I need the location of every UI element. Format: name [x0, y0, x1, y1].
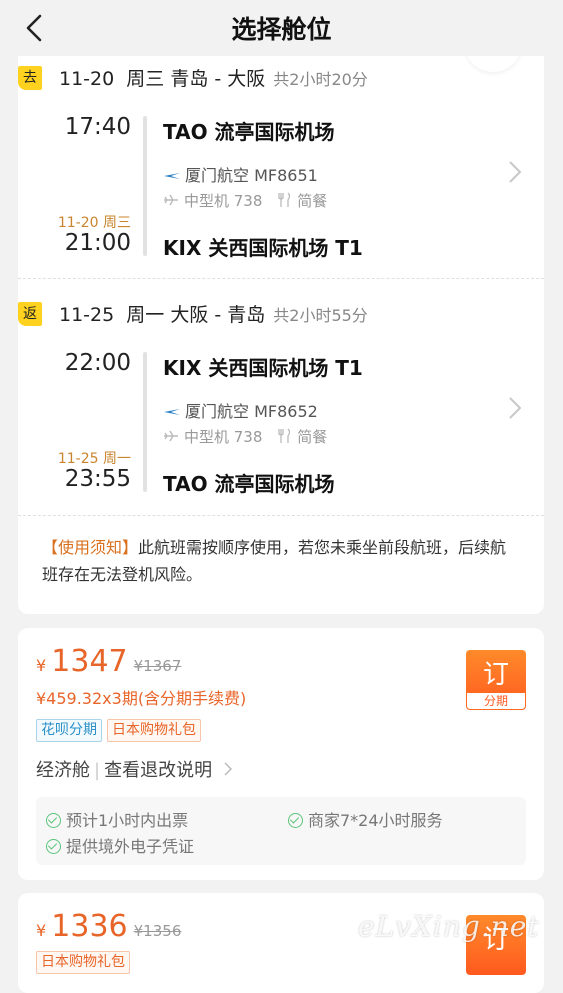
meal-icon: [278, 428, 291, 443]
outbound-departure-time: 17:40: [64, 114, 131, 140]
service-item: 商家7*24小时服务: [288, 807, 443, 831]
xiamen-airlines-logo-icon: [164, 409, 180, 415]
badge-japan-gift: 日本购物礼包: [36, 951, 130, 974]
return-tag: 返: [18, 302, 42, 326]
divider: [18, 515, 544, 516]
offer-badges: 日本购物礼包: [36, 951, 135, 974]
offer-badges: 花呗分期 日本购物礼包: [36, 719, 206, 742]
outbound-duration: 共2小时20分: [273, 70, 368, 89]
outbound-airline: 厦门航空 MF8651: [163, 162, 318, 186]
return-departure-time: 22:00: [64, 350, 131, 376]
badge-huabei: 花呗分期: [36, 719, 102, 742]
xiamen-airlines-logo-icon: [164, 173, 180, 179]
return-meta: 中型机 738 简餐: [163, 426, 327, 447]
check-circle-icon: [46, 813, 61, 828]
outbound-departure-airport: TAO 流亭国际机场: [163, 120, 335, 144]
outbound-route: 11-20 周三 青岛 - 大阪 共2小时20分: [59, 68, 368, 90]
outbound-meta: 中型机 738 简餐: [163, 190, 327, 211]
divider: [18, 278, 544, 279]
chevron-right-icon[interactable]: [508, 396, 522, 420]
cabin-row: 经济舱 | 查看退改说明: [36, 756, 233, 782]
return-airline: 厦门航空 MF8652: [163, 398, 318, 422]
service-item: 预计1小时内出票: [46, 807, 188, 831]
chevron-right-icon[interactable]: [224, 762, 233, 776]
book-installment-button[interactable]: 订 分期: [466, 650, 526, 710]
check-circle-icon: [46, 839, 61, 854]
cabin-class: 经济舱: [36, 760, 90, 781]
plane-icon: [164, 430, 178, 442]
book-label: 订: [482, 660, 509, 690]
return-arrival-date: 11-25 周一: [57, 451, 131, 467]
service-list: 预计1小时内出票 商家7*24小时服务 提供境外电子凭证: [36, 797, 526, 865]
return-departure-airport: KIX 关西国际机场 T1: [163, 356, 363, 380]
return-leg[interactable]: 返 11-25 周一 大阪 - 青岛 共2小时55分 22:00 KIX 关西国际…: [18, 300, 544, 520]
check-circle-icon: [288, 813, 303, 828]
badge-japan-gift: 日本购物礼包: [107, 719, 201, 742]
installment-info: ¥459.32x3期(含分期手续费): [36, 689, 247, 708]
offer-price: ¥ 1347 ¥1367: [36, 644, 182, 679]
return-route: 11-25 周一 大阪 - 青岛 共2小时55分: [59, 304, 368, 326]
fare-offer-card[interactable]: ¥ 1347 ¥1367 ¥459.32x3期(含分期手续费) 花呗分期 日本购物礼…: [18, 628, 544, 880]
return-arrival-time: 23:55: [64, 466, 131, 492]
chevron-right-icon[interactable]: [508, 160, 522, 184]
outbound-arrival-date: 11-20 周三: [57, 215, 131, 231]
timeline-line: [143, 352, 147, 492]
refund-policy-link[interactable]: 查看退改说明: [104, 760, 212, 781]
return-duration: 共2小时55分: [273, 306, 368, 325]
itinerary-card: 去 11-20 周三 青岛 - 大阪 共2小时20分 17:40 TAO 流亭国际…: [18, 40, 544, 614]
outbound-leg[interactable]: 去 11-20 周三 青岛 - 大阪 共2小时20分 17:40 TAO 流亭国际…: [18, 64, 544, 284]
notice-label: 【使用须知】: [42, 538, 139, 557]
page-title: 选择舱位: [231, 15, 332, 44]
fare-offer-card[interactable]: ¥ 1336 ¥1356 日本购物礼包 订: [18, 893, 544, 993]
outbound-tag: 去: [18, 66, 42, 90]
offer-price: ¥ 1336 ¥1356: [36, 909, 182, 944]
original-price: ¥1367: [133, 657, 182, 675]
plane-icon: [164, 194, 178, 206]
service-item: 提供境外电子凭证: [46, 833, 194, 857]
meal-icon: [278, 192, 291, 207]
watermark-logo: eLvXing.net: [358, 910, 540, 943]
outbound-arrival-airport: KIX 关西国际机场 T1: [163, 236, 363, 260]
usage-notice: 【使用须知】此航班需按顺序使用，若您未乘坐前段航班，后续航班存在无法登机风险。: [42, 534, 522, 588]
return-arrival-airport: TAO 流亭国际机场: [163, 472, 335, 496]
outbound-arrival-time: 21:00: [64, 230, 131, 256]
original-price: ¥1356: [133, 922, 182, 940]
nav-bar: 选择舱位: [0, 0, 563, 56]
timeline-line: [143, 116, 147, 256]
book-sublabel: 分期: [466, 693, 526, 710]
